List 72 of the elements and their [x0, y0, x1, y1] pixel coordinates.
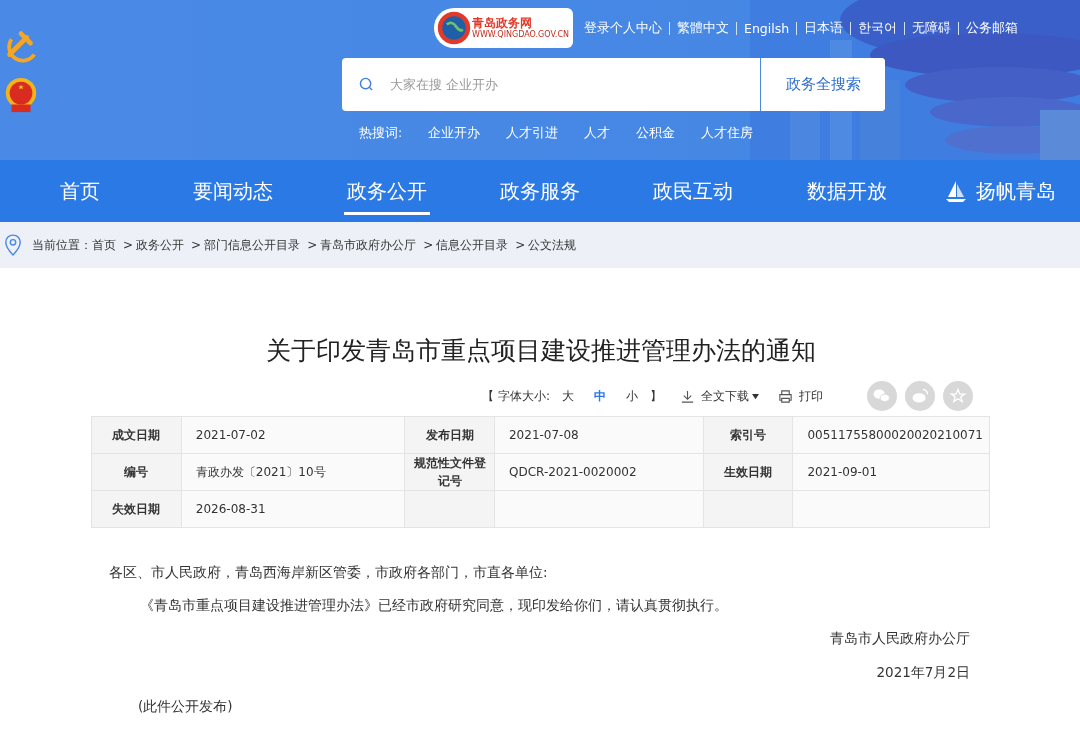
breadcrumb-separator: >: [515, 238, 526, 252]
caret-icon: [751, 392, 760, 400]
top-link[interactable]: Engilsh: [737, 20, 797, 36]
hot-search-term[interactable]: 人才引进: [506, 125, 559, 142]
nav-tab[interactable]: 数据开放: [770, 160, 924, 222]
site-logo[interactable]: 青岛政务网 WWW.QINGDAO.GOV.CN: [434, 8, 573, 48]
nav-tab[interactable]: 政务服务: [463, 160, 617, 222]
signature: 青岛市人民政府办公厅: [830, 630, 970, 646]
wechat-share-icon[interactable]: [867, 381, 897, 411]
search-button[interactable]: 政务全搜索: [760, 58, 885, 111]
field-value: 00511755800020020210071: [807, 428, 983, 442]
article-title: 关于印发青岛市重点项目建设推进管理办法的通知: [264, 335, 817, 367]
top-link[interactable]: 公务邮箱: [959, 19, 1026, 37]
breadcrumb-link[interactable]: 青岛市政府办公厅: [320, 236, 417, 254]
hot-search-term[interactable]: 企业开办: [428, 125, 481, 142]
search-icon: [359, 77, 374, 92]
breadcrumb-link[interactable]: 信息公开目录: [436, 236, 509, 254]
field-value: 2026-08-31: [195, 502, 266, 516]
field-value: QDCR-2021-0020002: [509, 465, 637, 479]
font-size-option[interactable]: 大: [554, 387, 582, 405]
hot-search-term[interactable]: 人才: [584, 125, 611, 142]
field-label: 失效日期: [112, 502, 161, 516]
breadcrumb-separator: >: [423, 238, 434, 252]
breadcrumb-link[interactable]: 部门信息公开目录: [204, 236, 301, 254]
logo-url: WWW.QINGDAO.GOV.CN: [472, 30, 569, 40]
font-size-option[interactable]: 中: [586, 387, 614, 405]
download-link[interactable]: 全文下载: [680, 387, 760, 405]
nav-tab[interactable]: 扬帆青岛: [923, 160, 1077, 222]
salutation: 各区、市人民政府，青岛西海岸新区管委，市政府各部门，市直各单位:: [108, 563, 549, 582]
breadcrumb-separator: >: [123, 238, 134, 252]
field-value: 2021-09-01: [807, 465, 878, 479]
nav-tab[interactable]: 政务公开: [309, 160, 464, 222]
print-link[interactable]: 打印: [778, 387, 823, 405]
globe-icon: [436, 10, 472, 46]
hot-search-term[interactable]: 公积金: [636, 125, 676, 142]
top-link[interactable]: 登录个人中心: [577, 19, 669, 37]
field-value: 2021-07-08: [509, 428, 579, 442]
hot-search-term[interactable]: 人才住房: [701, 125, 754, 142]
logo-title: 青岛政务网: [472, 16, 533, 30]
top-link[interactable]: 无障碍: [905, 19, 959, 37]
field-label: 发布日期: [425, 428, 474, 442]
font-size-label: 【 字体大小:: [482, 387, 550, 405]
breadcrumb-label: 当前位置：: [32, 236, 92, 254]
issue-date: 2021年7月2日: [876, 664, 970, 680]
field-label: 生效日期: [723, 465, 772, 479]
nav-tab[interactable]: 首页: [3, 160, 157, 222]
top-link[interactable]: 日本语: [797, 19, 851, 37]
breadcrumb-separator: >: [191, 238, 202, 252]
font-size-option[interactable]: 小: [618, 387, 646, 405]
printer-icon: [778, 388, 793, 404]
breadcrumb-link[interactable]: 政务公开: [136, 236, 185, 254]
search-field[interactable]: 大家在搜 企业开办 政务全搜索: [342, 58, 885, 111]
nav-tab[interactable]: 要闻动态: [156, 160, 310, 222]
hot-search-label: 热搜词:: [359, 125, 403, 142]
breadcrumb-separator: >: [307, 238, 318, 252]
field-label: 规范性文件登记号: [413, 456, 486, 488]
location-pin-icon: [4, 234, 22, 256]
field-value: 2021-07-02: [195, 428, 266, 442]
download-icon: [680, 388, 695, 404]
sailboat-icon: [944, 179, 969, 203]
field-label: 编号: [124, 465, 149, 479]
field-label: 成文日期: [112, 428, 161, 442]
top-link[interactable]: 한국어: [851, 19, 905, 37]
breadcrumb-link[interactable]: 首页: [92, 236, 116, 254]
breadcrumb-link[interactable]: 公文法规: [528, 236, 577, 254]
font-size-bracket: 】: [650, 387, 662, 405]
publication-note: (此件公开发布): [137, 697, 234, 716]
nav-tab[interactable]: 政民互动: [616, 160, 771, 222]
top-link[interactable]: 繁體中文: [670, 19, 736, 37]
body-paragraph: 《青岛市重点项目建设推进管理办法》已经市政府研究同意，现印发给你们，请认真贯彻执行。: [139, 596, 729, 615]
field-value: 青政办发〔2021〕10号: [195, 464, 326, 479]
field-label: 索引号: [729, 428, 766, 442]
